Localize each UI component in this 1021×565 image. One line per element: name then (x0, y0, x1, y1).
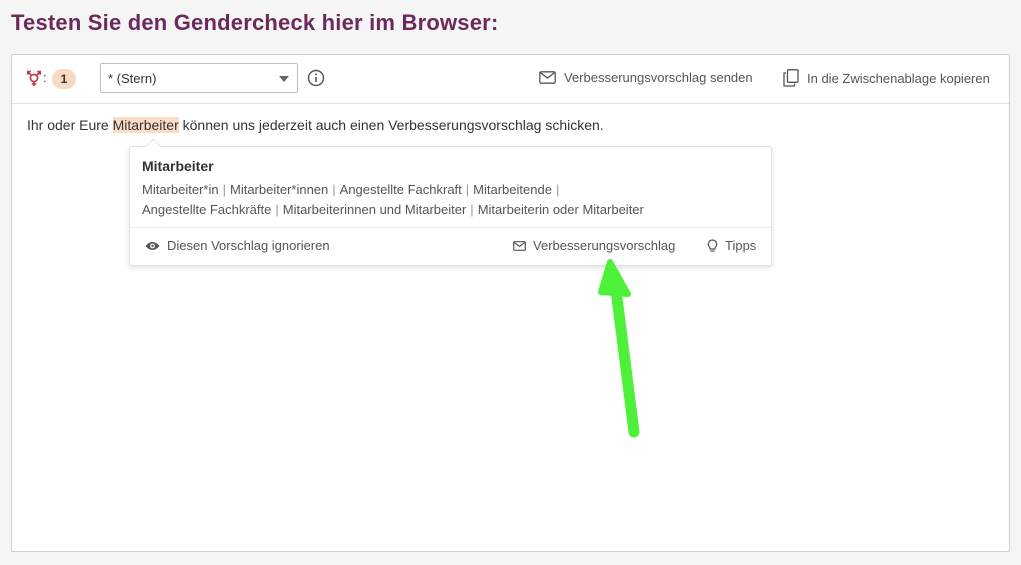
gender-style-value: * (Stern) (108, 71, 157, 86)
info-icon[interactable] (307, 69, 325, 87)
send-suggestion-button[interactable]: Verbesserungsvorschlag senden (539, 70, 753, 85)
tips-button[interactable]: Tipps (707, 238, 756, 253)
suggestion-item[interactable]: Angestellte Fachkräfte (142, 202, 271, 217)
count-colon: : (43, 70, 47, 85)
suggestion-feedback-button[interactable]: Verbesserungsvorschlag (513, 238, 675, 253)
send-suggestion-label: Verbesserungsvorschlag senden (564, 70, 753, 85)
copy-to-clipboard-label: In die Zwischenablage kopieren (807, 70, 990, 86)
suggestion-item[interactable]: Mitarbeitende (473, 182, 552, 197)
popup-word: Mitarbeiter (142, 158, 214, 174)
suggestion-feedback-label: Verbesserungsvorschlag (533, 238, 676, 253)
suggestion-list: Mitarbeiter*in | Mitarbeiter*innen | Angeste… (142, 182, 644, 217)
gender-symbol-icon (26, 70, 41, 86)
suggestion-item[interactable]: Angestellte Fachkraft (340, 182, 462, 197)
text-before: Ihr oder Eure (27, 117, 113, 133)
flagged-word[interactable]: Mitarbeiter (112, 117, 179, 133)
popup-notch (145, 138, 162, 155)
eye-icon (145, 241, 160, 250)
suggestion-popup: Mitarbeiter Mitarbeiter*in | Mitarbeiter*i… (129, 138, 772, 266)
editor-text[interactable]: Ihr oder Eure Mitarbeiter können uns jed… (27, 117, 604, 133)
ignore-suggestion-label: Diesen Vorschlag ignorieren (167, 238, 330, 253)
suggestion-item[interactable]: Mitarbeiterinnen und Mitarbeiter (283, 202, 467, 217)
toolbar: : 1 * (Stern) Verbesserungsvorschlag sen… (12, 55, 1009, 104)
lightbulb-icon (707, 238, 718, 252)
ignore-suggestion-button[interactable]: Diesen Vorschlag ignorieren (145, 238, 330, 253)
suggestion-item[interactable]: Mitarbeiter*in (142, 182, 219, 197)
copy-icon (783, 69, 799, 87)
envelope-icon (539, 71, 556, 84)
suggestion-item[interactable]: Mitarbeiter*innen (230, 182, 328, 197)
suggestion-item[interactable]: Mitarbeiterin oder Mitarbeiter (478, 202, 644, 217)
gendercheck-panel: : 1 * (Stern) Verbesserungsvorschlag sen… (11, 54, 1010, 552)
envelope-icon (513, 240, 526, 251)
chevron-down-icon (279, 76, 289, 82)
tips-label: Tipps (725, 238, 757, 253)
copy-to-clipboard-button[interactable]: In die Zwischenablage kopieren (783, 69, 990, 87)
page-title: Testen Sie den Gendercheck hier im Brows… (11, 10, 499, 35)
text-after: können uns jederzeit auch einen Verbesse… (178, 117, 604, 133)
issue-count-badge: 1 (52, 69, 76, 89)
gender-style-select[interactable]: * (Stern) (100, 63, 298, 93)
popup-divider (130, 227, 771, 228)
